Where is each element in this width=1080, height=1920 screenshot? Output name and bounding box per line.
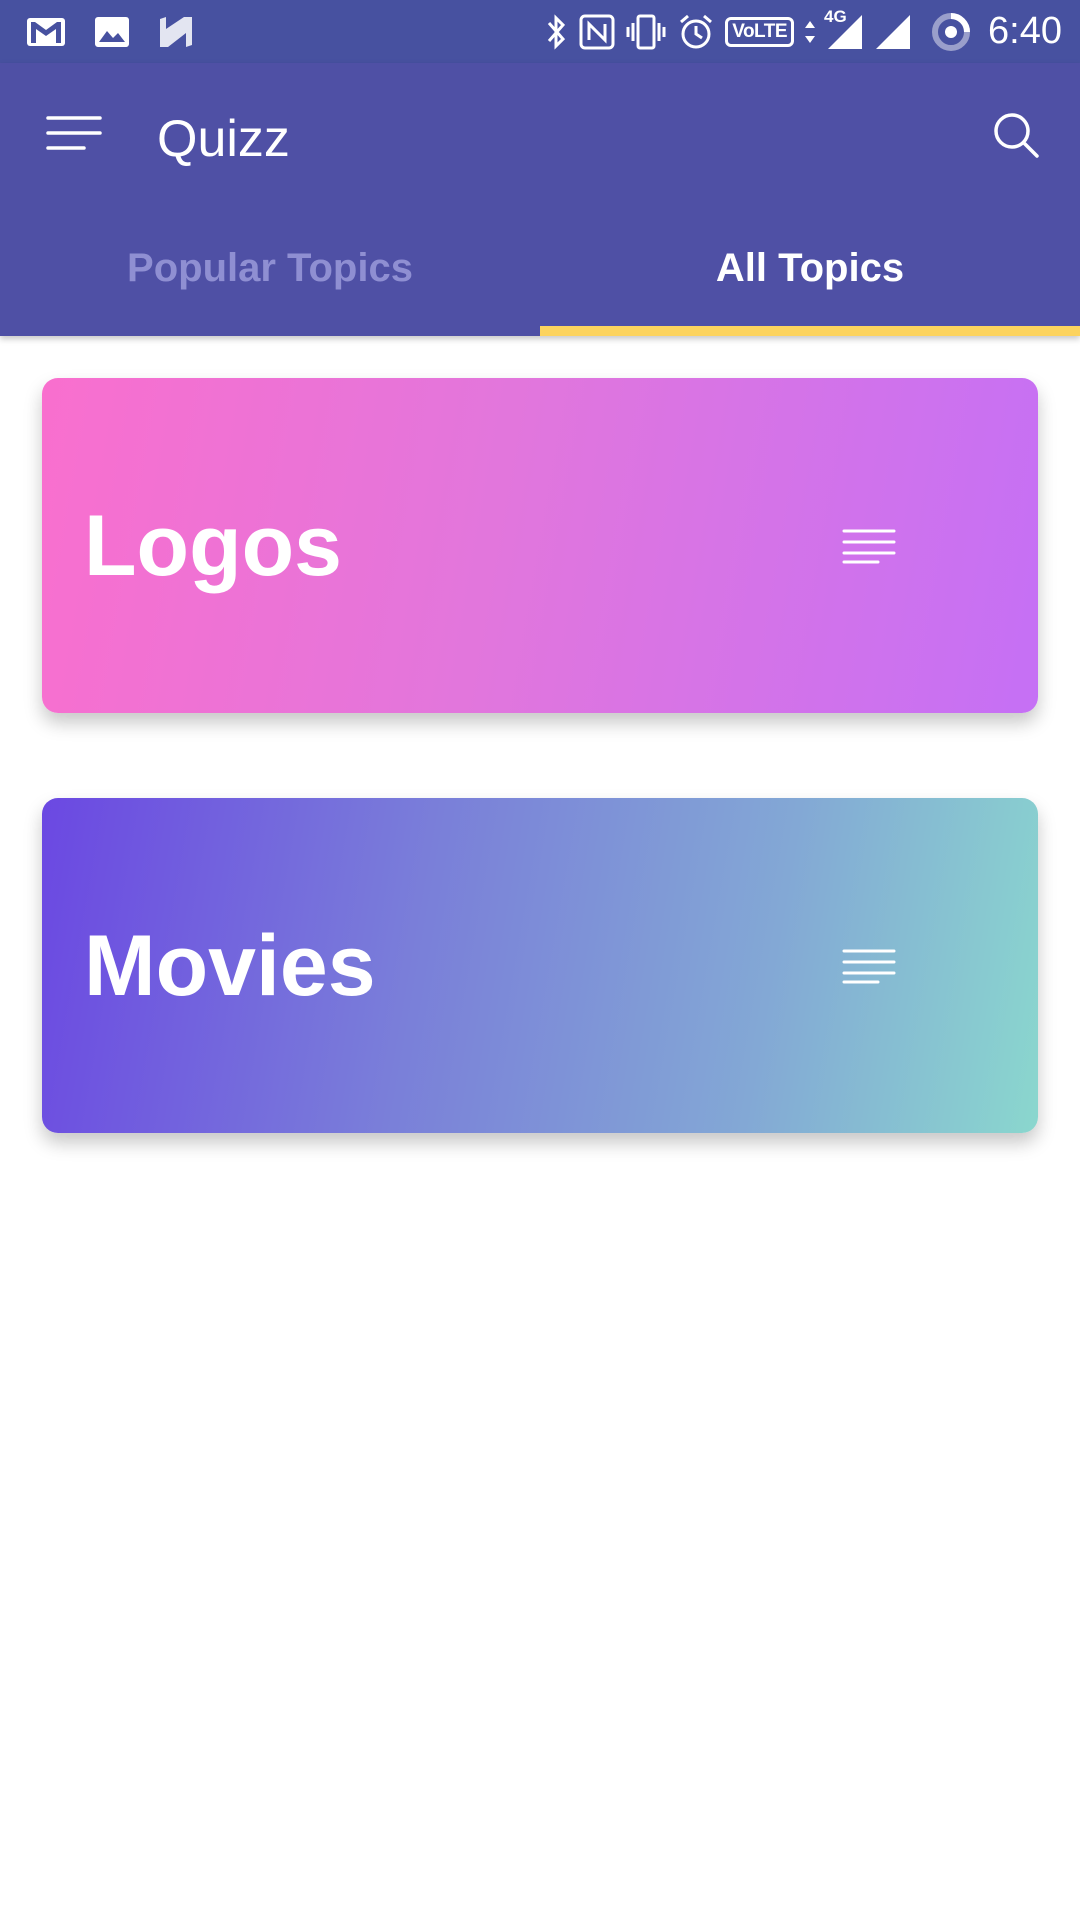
topic-title: Movies — [84, 918, 376, 1014]
network-type: 4G — [824, 6, 847, 26]
toolbar: Quizz — [0, 63, 1080, 213]
app-title: Quizz — [157, 110, 290, 168]
topic-card-logos[interactable]: Logos — [42, 378, 1038, 713]
n-logo-icon — [158, 15, 198, 49]
tab-indicator — [540, 326, 1080, 336]
tab-bar: Popular Topics All Topics — [0, 213, 1080, 336]
volte-icon: VoLTE — [725, 16, 795, 47]
data-arrows-icon — [804, 18, 816, 46]
mobile-signal-icon: 4G — [824, 8, 864, 51]
tab-label: All Topics — [715, 246, 905, 290]
app-bar: Quizz Popular Topics All Topics — [0, 63, 1080, 336]
vibrate-icon — [625, 13, 667, 51]
gmail-icon — [26, 16, 66, 48]
battery-ring-icon — [930, 11, 972, 53]
search-icon[interactable] — [992, 111, 1040, 159]
topic-card-movies[interactable]: Movies — [42, 798, 1038, 1133]
image-icon — [94, 16, 130, 48]
tab-all-topics[interactable]: All Topics — [540, 213, 1080, 336]
tab-popular-topics[interactable]: Popular Topics — [0, 213, 540, 336]
alarm-icon — [677, 13, 715, 51]
status-bar-system: VoLTE 4G 6:40 — [535, 8, 1062, 53]
hamburger-menu-icon[interactable] — [46, 115, 102, 151]
screen: VoLTE 4G 6:40 Quizz Popular Topics All T… — [0, 0, 1080, 1920]
lines-menu-icon — [842, 948, 896, 984]
topic-title: Logos — [84, 498, 342, 594]
lines-menu-icon — [842, 528, 896, 564]
tab-label: Popular Topics — [127, 246, 413, 290]
bluetooth-icon — [545, 13, 569, 51]
status-bar-notifications — [26, 15, 226, 49]
signal-icon — [874, 13, 912, 51]
nfc-icon — [579, 14, 615, 50]
status-bar: VoLTE 4G 6:40 — [0, 0, 1080, 63]
clock: 6:40 — [988, 10, 1062, 52]
